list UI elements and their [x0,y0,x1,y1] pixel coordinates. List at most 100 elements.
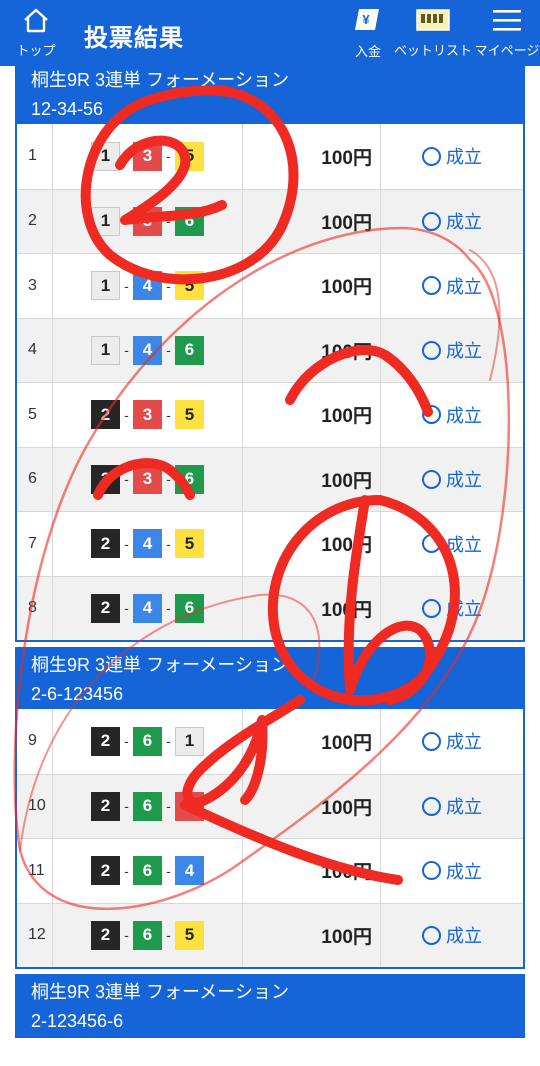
bet-row[interactable]: 7 2 - 4 - 5 100円 成立 [17,511,523,576]
boat-number-third: 6 [175,335,204,365]
boat-number-second: 6 [133,726,162,756]
bet-status: 成立 [381,512,523,576]
mypage-label: マイページ [474,43,540,58]
bet-row[interactable]: 11 2 - 6 - 4 100円 成立 [17,838,523,903]
status-label: 成立 [446,341,482,362]
separator: - [124,342,129,359]
bet-row[interactable]: 4 1 - 4 - 6 100円 成立 [17,317,523,383]
boat-combination: 2 - 4 - 6 [53,576,243,640]
boat-combination: 2 - 4 - 5 [53,512,243,576]
separator: - [124,862,129,879]
bet-amount: 100円 [243,124,381,189]
hamburger-icon [491,7,523,38]
boat-number-second: 4 [133,593,162,623]
bet-row[interactable]: 8 2 - 4 - 6 100円 成立 [17,575,523,640]
status-label: 成立 [446,534,482,555]
deposit-ticket-icon: ¥ [353,6,383,39]
circle-icon [422,861,441,881]
circle-icon [422,731,441,751]
status-label: 成立 [446,732,482,753]
separator: - [124,148,129,165]
bet-section: 桐生9R 3連単 フォーメーション 2-6-123456 9 2 - 6 - 1… [15,647,525,969]
separator: - [124,277,129,294]
separator: - [124,406,129,423]
boat-combination: 1 - 4 - 5 [53,254,243,318]
boat-number-first: 2 [91,464,120,494]
circle-icon [422,534,441,554]
bet-row[interactable]: 6 2 - 3 - 6 100円 成立 [17,446,523,512]
status-label: 成立 [446,470,482,491]
separator: - [166,535,171,552]
status-label: 成立 [446,212,482,233]
results-list[interactable]: 桐生9R 3連単 フォーメーション 12-34-56 1 1 - 3 - 5 1… [0,66,540,1066]
separator: - [124,213,129,230]
separator: - [166,406,171,423]
bet-section: 桐生9R 3連単 フォーメーション 12-34-56 1 1 - 3 - 5 1… [15,66,525,642]
boat-number-third: 3 [175,791,204,821]
bet-amount: 100円 [243,839,381,903]
status-label: 成立 [446,147,482,168]
bet-amount: 100円 [243,512,381,576]
separator: - [124,535,129,552]
boat-combination: 2 - 3 - 5 [53,383,243,447]
bet-row[interactable]: 9 2 - 6 - 1 100円 成立 [17,709,523,774]
bet-status: 成立 [381,319,523,383]
status-label: 成立 [446,599,482,620]
bet-row[interactable]: 5 2 - 3 - 5 100円 成立 [17,382,523,447]
mypage-button[interactable]: マイページ [474,0,540,66]
row-number: 2 [17,189,53,253]
deposit-button[interactable]: ¥ 入金 [344,0,392,66]
separator: - [124,471,129,488]
bet-row[interactable]: 10 2 - 6 - 3 100円 成立 [17,773,523,839]
boat-number-first: 1 [91,271,120,301]
section-title: 桐生9R 3連単 フォーメーション [31,70,289,90]
circle-icon [422,469,441,489]
bet-amount: 100円 [243,709,381,774]
separator: - [166,213,171,230]
row-number: 7 [17,512,53,576]
boat-number-first: 2 [91,593,120,623]
bet-status: 成立 [381,709,523,774]
boat-number-third: 5 [175,271,204,301]
bet-status: 成立 [381,124,523,189]
circle-icon [422,276,441,296]
section-header: 桐生9R 3連単 フォーメーション 12-34-56 [17,66,523,124]
bet-amount: 100円 [243,254,381,318]
boat-number-second: 4 [133,271,162,301]
bet-amount: 100円 [243,189,381,253]
section-combo: 2-6-123456 [31,684,124,704]
circle-icon [422,796,441,816]
section-rows: 9 2 - 6 - 1 100円 成立 10 2 - 6 - 3 100円 成立… [17,709,523,967]
section-title: 桐生9R 3連単 フォーメーション [31,655,289,675]
betlist-button[interactable]: ベットリスト [394,0,472,66]
separator: - [166,148,171,165]
home-icon [22,7,50,38]
boat-number-second: 3 [133,206,162,236]
bet-status: 成立 [381,448,523,512]
boat-number-first: 2 [91,726,120,756]
boat-number-third: 4 [175,856,204,886]
row-number: 9 [17,709,53,774]
row-number: 11 [17,839,53,903]
bet-row[interactable]: 1 1 - 3 - 5 100円 成立 [17,124,523,189]
row-number: 4 [17,318,53,382]
bet-row[interactable]: 3 1 - 4 - 5 100円 成立 [17,253,523,318]
separator: - [124,927,129,944]
boat-number-second: 6 [133,856,162,886]
yen-glyph: ¥ [362,12,370,27]
boat-number-first: 1 [91,206,120,236]
boat-number-second: 3 [133,400,162,430]
bet-status: 成立 [381,775,523,839]
row-number: 8 [17,576,53,640]
betlist-icon [415,7,451,38]
home-button[interactable]: トップ [8,0,64,66]
bet-status: 成立 [381,904,523,968]
bet-amount: 100円 [243,447,381,511]
bet-row[interactable]: 2 1 - 3 - 6 100円 成立 [17,188,523,253]
status-label: 成立 [446,405,482,426]
boat-number-third: 6 [175,593,204,623]
bet-row[interactable]: 12 2 - 6 - 5 100円 成立 [17,902,523,968]
boat-number-second: 3 [133,141,162,171]
app-header: トップ 投票結果 ¥ 入金 ベットリスト マイページ [0,0,540,66]
boat-combination: 1 - 3 - 6 [53,189,243,253]
